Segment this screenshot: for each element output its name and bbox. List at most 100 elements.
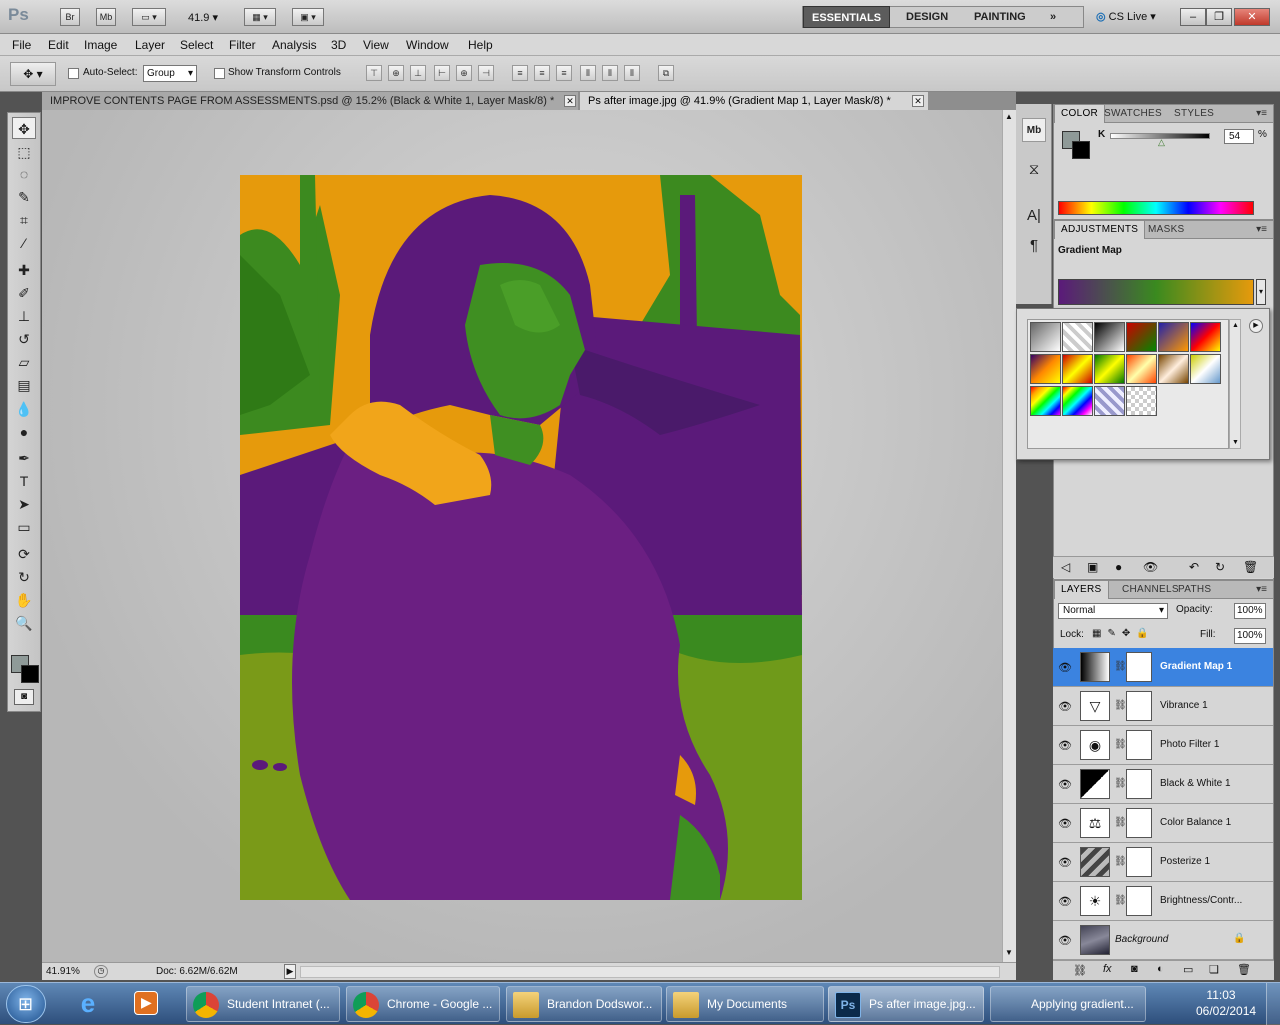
mini-bridge-panel-icon[interactable]: Mb <box>1022 118 1046 142</box>
gradient-preset-swatch[interactable] <box>1190 322 1221 352</box>
gradient-preset-swatch[interactable] <box>1158 322 1189 352</box>
workspace-essentials[interactable]: ESSENTIALS <box>803 6 891 28</box>
layer-mask-thumbnail[interactable] <box>1126 886 1152 916</box>
delete-layer-icon[interactable]: 🗑 <box>1237 963 1251 976</box>
gradient-preset-swatch[interactable] <box>1190 354 1221 384</box>
taskbar-item-my-documents[interactable]: My Documents <box>666 986 824 1022</box>
tab-swatches[interactable]: SWATCHES <box>1098 105 1168 123</box>
link-icon[interactable]: ⛓ <box>1114 778 1127 789</box>
opacity-field[interactable]: 100% <box>1234 603 1266 619</box>
panel-menu-icon[interactable]: ▾≡ <box>1256 584 1267 595</box>
tab-improve-contents[interactable]: IMPROVE CONTENTS PAGE FROM ASSESSMENTS.p… <box>42 92 578 110</box>
link-icon[interactable]: ⛓ <box>1114 817 1127 828</box>
gradient-preset-swatch[interactable] <box>1126 322 1157 352</box>
view-extras-button[interactable]: ▭ ▾ <box>132 8 166 26</box>
panel-menu-icon[interactable]: ▾≡ <box>1256 224 1267 235</box>
distribute-vcenter-button[interactable]: ≡ <box>534 65 550 81</box>
menu-filter[interactable]: Filter <box>229 38 256 52</box>
zoom-tool-icon[interactable]: 🔍 <box>12 612 36 634</box>
gradient-preset-swatch[interactable] <box>1030 354 1061 384</box>
close-tab-icon[interactable]: ✕ <box>912 95 924 107</box>
lock-icons[interactable]: ▦✎✥🔒 <box>1092 628 1155 639</box>
tab-layers[interactable]: LAYERS <box>1054 581 1109 599</box>
menu-edit[interactable]: Edit <box>48 38 69 52</box>
layer-mask-thumbnail[interactable] <box>1126 769 1152 799</box>
menu-3d[interactable]: 3D <box>331 38 346 52</box>
link-layers-icon[interactable]: ⛓ <box>1073 964 1087 977</box>
layer-mask-thumbnail[interactable] <box>1126 691 1152 721</box>
gradient-preset-swatch[interactable] <box>1062 386 1093 416</box>
arrange-documents-button[interactable]: ▦ ▾ <box>244 8 276 26</box>
visibility-eye-icon[interactable]: 👁 <box>1058 700 1072 713</box>
view-previous-state-icon[interactable]: ↶ <box>1189 560 1199 574</box>
zoom-level[interactable]: 41.9 ▾ <box>188 11 218 24</box>
slider-handle-icon[interactable]: △ <box>1158 137 1165 148</box>
character-panel-icon[interactable]: A| <box>1022 204 1046 228</box>
eraser-tool-icon[interactable]: ▱ <box>12 351 36 373</box>
pen-tool-icon[interactable]: ✒ <box>12 447 36 469</box>
gradient-dropdown-icon[interactable]: ▾ <box>1256 279 1266 305</box>
link-icon[interactable]: ⛓ <box>1114 856 1127 867</box>
layer-row-posterize-1[interactable]: 👁 ⛓ Posterize 1 <box>1053 843 1273 882</box>
new-adjustment-layer-icon[interactable]: ◐ <box>1157 963 1164 975</box>
menu-window[interactable]: Window <box>406 38 449 52</box>
more-workspaces-button[interactable]: » <box>1042 6 1064 28</box>
visibility-eye-icon[interactable]: 👁 <box>1058 895 1072 908</box>
link-icon[interactable]: ⛓ <box>1114 661 1127 672</box>
layer-mask-thumbnail[interactable] <box>1126 652 1152 682</box>
k-value-field[interactable]: 54 <box>1224 129 1254 144</box>
hand-tool-icon[interactable]: ✋ <box>12 589 36 611</box>
menu-layer[interactable]: Layer <box>135 38 165 52</box>
rectangle-tool-icon[interactable]: ▭ <box>12 516 36 538</box>
distribute-right-button[interactable]: ⦀ <box>624 65 640 81</box>
gradient-preset-swatch[interactable] <box>1094 322 1125 352</box>
show-desktop-button[interactable] <box>1266 983 1280 1025</box>
marquee-tool-icon[interactable]: ⬚ <box>12 141 36 163</box>
link-icon[interactable]: ⛓ <box>1114 895 1127 906</box>
link-icon[interactable]: ⛓ <box>1114 739 1127 750</box>
tab-ps-after-image[interactable]: Ps after image.jpg @ 41.9% (Gradient Map… <box>580 92 928 110</box>
layer-row-vibrance-1[interactable]: 👁 ▽ ⛓ Vibrance 1 <box>1053 687 1273 726</box>
paragraph-panel-icon[interactable]: ¶ <box>1022 234 1046 258</box>
gradient-preset-swatch[interactable] <box>1030 386 1061 416</box>
blend-mode-dropdown[interactable]: Normal ▾ <box>1058 603 1168 619</box>
layer-mask-thumbnail[interactable] <box>1126 847 1152 877</box>
quick-mask-mode-icon[interactable]: ◙ <box>14 689 34 705</box>
workspace-painting[interactable]: PAINTING <box>966 6 1034 28</box>
picker-menu-icon[interactable]: ▶ <box>1249 319 1263 333</box>
distribute-left-button[interactable]: ⦀ <box>580 65 596 81</box>
taskbar-item-brandon-dodsworth[interactable]: Brandon Dodswor... <box>506 986 662 1022</box>
visibility-eye-icon[interactable]: 👁 <box>1058 856 1072 869</box>
gradient-preview[interactable] <box>1058 279 1254 305</box>
link-icon[interactable]: ⛓ <box>1114 700 1127 711</box>
workspace-design[interactable]: DESIGN <box>898 6 956 28</box>
path-selection-tool-icon[interactable]: ➤ <box>12 493 36 515</box>
media-player-icon[interactable]: ▶ <box>126 987 166 1019</box>
layer-row-black-white-1[interactable]: 👁 ⛓ Black & White 1 <box>1053 765 1273 804</box>
mini-bridge-button[interactable]: Mb <box>96 8 116 26</box>
lasso-tool-icon[interactable]: ◌ <box>12 163 36 185</box>
visibility-eye-icon[interactable]: 👁 <box>1058 817 1072 830</box>
tab-styles[interactable]: STYLES <box>1168 105 1220 123</box>
return-to-list-icon[interactable]: ◁ <box>1061 560 1070 574</box>
distribute-hcenter-button[interactable]: ⦀ <box>602 65 618 81</box>
gradient-preset-swatch[interactable] <box>1062 354 1093 384</box>
gradient-preset-swatch[interactable] <box>1126 354 1157 384</box>
taskbar-item-applying-gradient[interactable]: Applying gradient... <box>990 986 1146 1022</box>
show-transform-checkbox[interactable] <box>214 68 225 79</box>
auto-select-dropdown[interactable]: Group ▾ <box>143 65 197 82</box>
status-zoom[interactable]: 41.91% <box>46 966 80 977</box>
scroll-down-icon[interactable]: ▼ <box>1005 948 1013 957</box>
menu-file[interactable]: File <box>12 38 31 52</box>
scroll-up-icon[interactable]: ▲ <box>1005 112 1013 121</box>
distribute-bottom-button[interactable]: ≡ <box>556 65 572 81</box>
menu-help[interactable]: Help <box>468 38 493 52</box>
align-right-button[interactable]: ⊣ <box>478 65 494 81</box>
close-tab-icon[interactable]: ✕ <box>564 95 576 107</box>
3d-rotate-tool-icon[interactable]: ⟳ <box>12 543 36 565</box>
align-left-button[interactable]: ⊢ <box>434 65 450 81</box>
taskbar-item-chrome-google[interactable]: Chrome - Google ... <box>346 986 500 1022</box>
new-group-icon[interactable]: ▭ <box>1183 963 1193 976</box>
bridge-button[interactable]: Br <box>60 8 80 26</box>
visibility-eye-icon[interactable]: 👁 <box>1058 778 1072 791</box>
